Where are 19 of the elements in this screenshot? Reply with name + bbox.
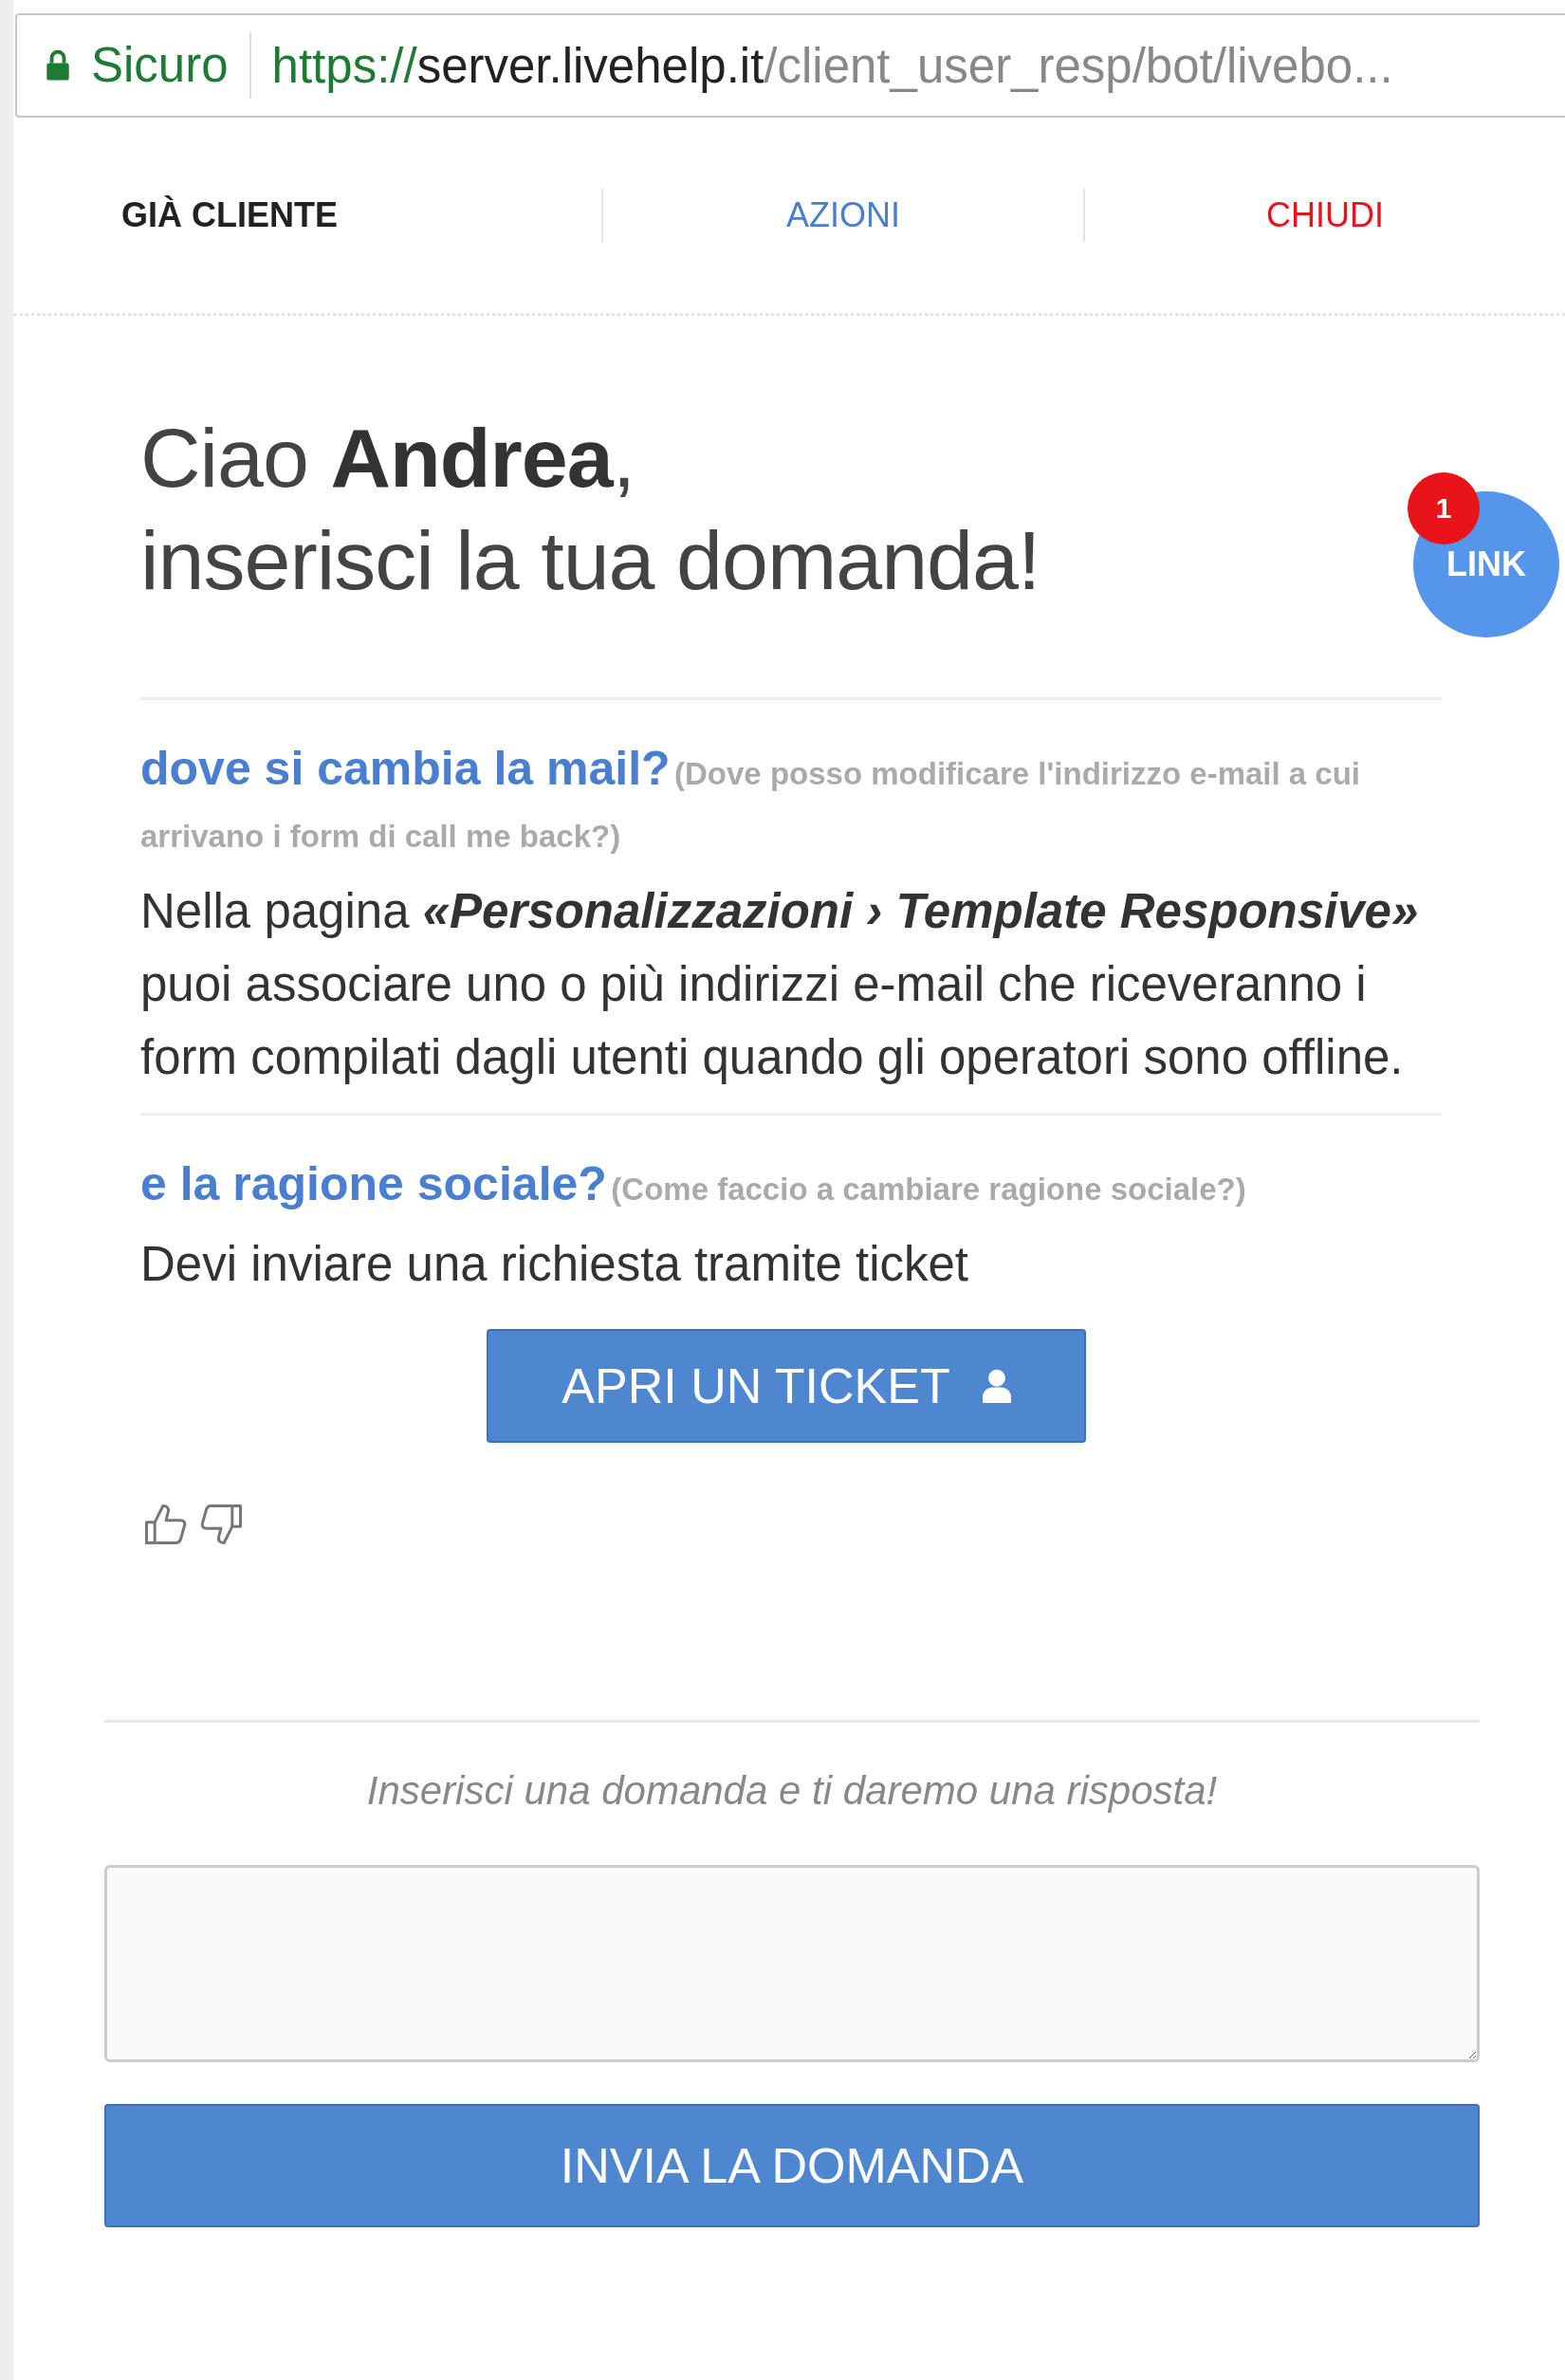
greeting-heading: Ciao Andrea, xyxy=(140,410,635,507)
nav-title: GIÀ CLIENTE xyxy=(121,195,338,234)
open-ticket-button[interactable]: APRI UN TICKET xyxy=(487,1329,1086,1443)
question-heading: dove si cambia la mail?(Dove posso modificare l'indirizzo e-mail a cui arrivano i form di call me back?) xyxy=(140,741,1362,856)
greeting-subheading: inserisci la tua domanda! xyxy=(140,512,1040,609)
question-heading: e la ragione sociale?(Come faccio a cambiare ragione sociale?) xyxy=(140,1156,1247,1212)
prompt-text: Inserisci una domanda e ti daremo una risposta! xyxy=(365,1768,1219,1814)
security-label: Sicuro xyxy=(91,32,251,99)
question-input-field[interactable] xyxy=(104,1865,1480,2062)
user-icon xyxy=(982,1369,1011,1403)
nav-link[interactable]: AZIONI xyxy=(786,195,900,234)
answer-text: Nella pagina «Personalizzazioni › Template Responsive» puoi associare uno o più indirizzi e-mail che riceveranno i form compilati dagli utenti quando gli operatori sono offline. xyxy=(140,883,1420,1086)
submit-button[interactable]: INVIA LA DOMANDA xyxy=(104,2104,1480,2227)
notification-badge: 1 xyxy=(1408,472,1480,544)
nav-link[interactable]: CHIUDI xyxy=(1266,195,1384,234)
lock-icon xyxy=(46,49,70,82)
answer-text: Devi inviare una richiesta tramite ticket xyxy=(140,1236,969,1293)
url-text: https://server.livehelp.it/client_user_resp/bot/livebo... xyxy=(271,37,1393,94)
address-bar[interactable]: Sicuro https://server.livehelp.it/client_user_resp/bot/livebo... xyxy=(15,13,1565,118)
